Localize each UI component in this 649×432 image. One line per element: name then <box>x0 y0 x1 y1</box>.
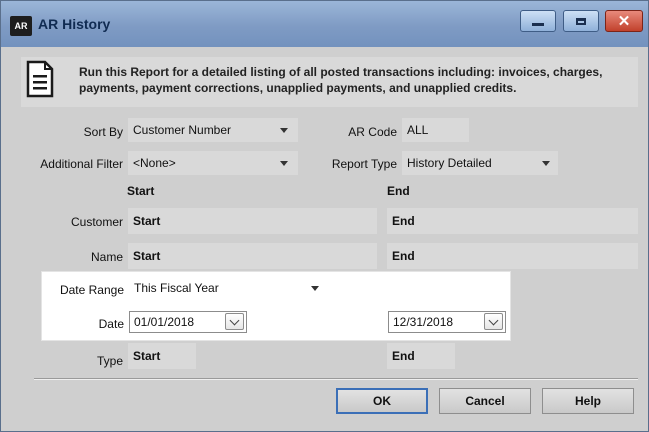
type-start-field[interactable]: Start <box>128 343 196 369</box>
start-column-header: Start <box>127 184 155 198</box>
ar-app-icon: AR <box>10 16 32 36</box>
chevron-down-icon <box>542 161 550 166</box>
name-end-value: End <box>392 249 415 263</box>
name-start-value: Start <box>133 249 161 263</box>
date-range-label: Date Range <box>59 283 124 297</box>
chevron-down-icon <box>488 315 499 325</box>
title-bar[interactable]: AR AR History ✕ <box>1 1 648 47</box>
additional-filter-label: Additional Filter <box>40 157 123 171</box>
document-icon <box>26 60 54 98</box>
type-end-value: End <box>392 349 415 363</box>
report-type-label: Report Type <box>331 157 397 171</box>
customer-start-field[interactable]: Start <box>128 208 377 234</box>
maximize-button[interactable] <box>563 10 599 32</box>
maximize-icon <box>576 17 586 25</box>
report-type-value: History Detailed <box>407 156 492 170</box>
sort-by-value: Customer Number <box>133 123 232 137</box>
end-date-input[interactable]: 12/31/2018 <box>388 311 506 333</box>
end-date-picker-button[interactable] <box>484 313 503 330</box>
cancel-button[interactable]: Cancel <box>439 388 531 414</box>
name-label: Name <box>90 250 123 264</box>
date-label: Date <box>98 317 124 331</box>
report-description-panel: Run this Report for a detailed listing o… <box>21 57 638 107</box>
date-range-select[interactable]: This Fiscal Year <box>129 276 329 300</box>
ar-history-window: AR AR History ✕ Run this Report for a de… <box>0 0 649 432</box>
ar-code-label: AR Code <box>348 125 397 139</box>
name-end-field[interactable]: End <box>387 243 638 269</box>
customer-start-value: Start <box>133 214 161 228</box>
ar-code-field[interactable]: ALL <box>402 118 469 142</box>
date-range-value: This Fiscal Year <box>134 281 219 295</box>
type-start-value: Start <box>133 349 161 363</box>
ar-code-value: ALL <box>407 123 429 137</box>
report-description: Run this Report for a detailed listing o… <box>79 65 603 95</box>
start-date-picker-button[interactable] <box>225 313 244 330</box>
close-button[interactable]: ✕ <box>605 10 643 32</box>
button-separator <box>34 378 638 380</box>
type-label: Type <box>96 354 123 368</box>
customer-label: Customer <box>70 215 123 229</box>
name-start-field[interactable]: Start <box>128 243 377 269</box>
end-column-header: End <box>387 184 410 198</box>
ok-button[interactable]: OK <box>336 388 428 414</box>
type-end-field[interactable]: End <box>387 343 455 369</box>
additional-filter-value: <None> <box>133 156 176 170</box>
sort-by-label: Sort By <box>83 125 123 139</box>
close-icon: ✕ <box>617 12 631 30</box>
customer-end-value: End <box>392 214 415 228</box>
additional-filter-select[interactable]: <None> <box>128 151 298 175</box>
help-button[interactable]: Help <box>542 388 634 414</box>
minimize-icon <box>532 22 544 26</box>
date-range-panel: Date Range This Fiscal Year Date 01/01/2… <box>41 271 511 341</box>
start-date-input[interactable]: 01/01/2018 <box>129 311 247 333</box>
window-title: AR History <box>38 16 111 32</box>
customer-end-field[interactable]: End <box>387 208 638 234</box>
chevron-down-icon <box>311 286 319 291</box>
report-type-select[interactable]: History Detailed <box>402 151 558 175</box>
minimize-button[interactable] <box>520 10 556 32</box>
end-date-value: 12/31/2018 <box>393 315 454 329</box>
sort-by-select[interactable]: Customer Number <box>128 118 298 142</box>
chevron-down-icon <box>229 315 240 325</box>
start-date-value: 01/01/2018 <box>134 315 195 329</box>
chevron-down-icon <box>280 128 288 133</box>
chevron-down-icon <box>280 161 288 166</box>
